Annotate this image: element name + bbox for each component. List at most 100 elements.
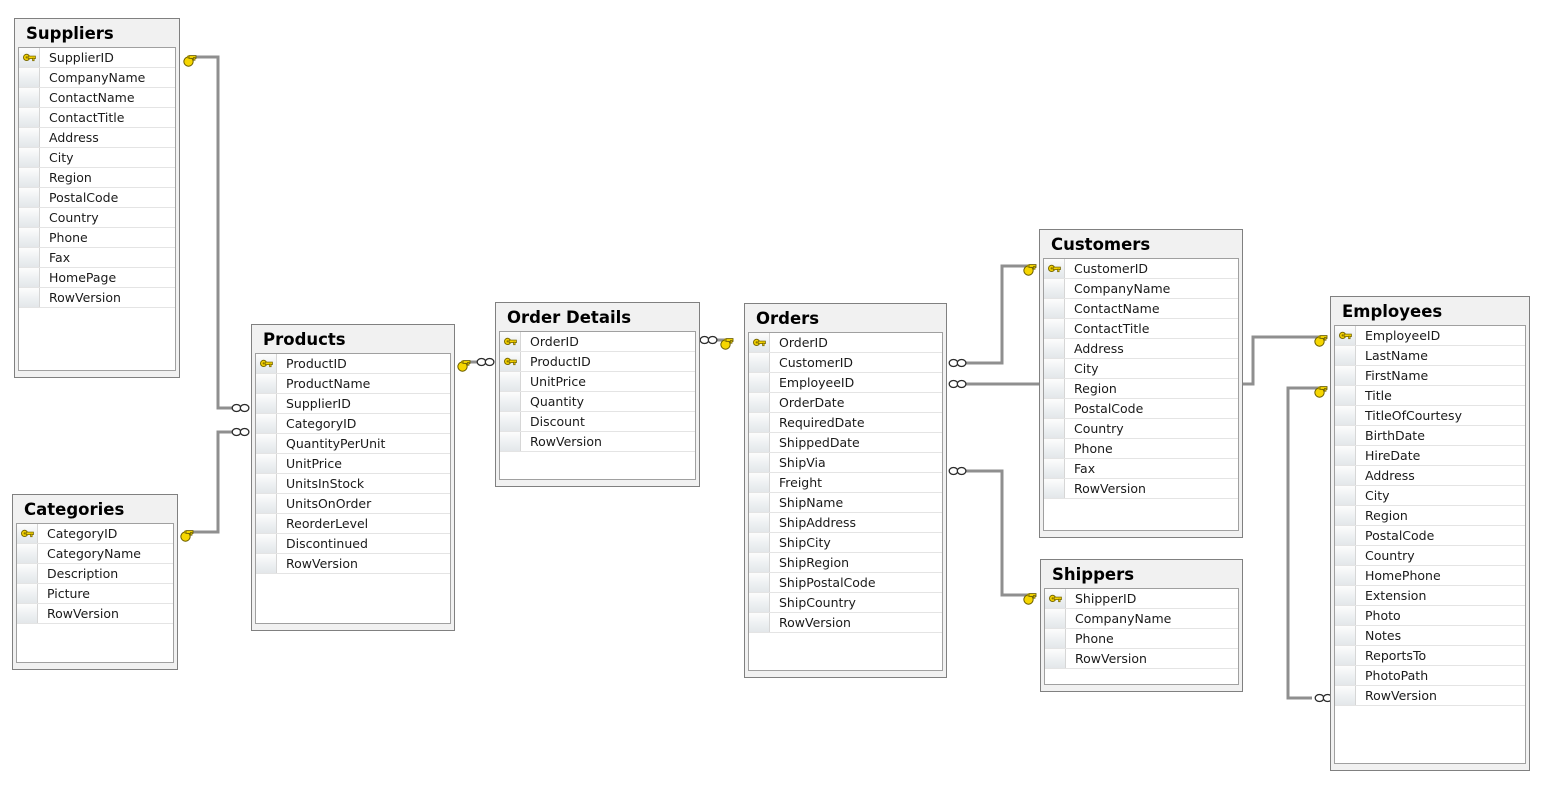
row-selector-cell[interactable]: [749, 393, 770, 412]
column-row[interactable]: RowVersion: [256, 554, 450, 574]
column-row[interactable]: Discontinued: [256, 534, 450, 554]
primary-key-cell[interactable]: [17, 524, 38, 543]
column-row[interactable]: Discount: [500, 412, 695, 432]
column-row[interactable]: Address: [1335, 466, 1525, 486]
row-selector-cell[interactable]: [749, 533, 770, 552]
column-row[interactable]: TitleOfCourtesy: [1335, 406, 1525, 426]
column-row[interactable]: City: [1335, 486, 1525, 506]
row-selector-cell[interactable]: [1335, 346, 1356, 365]
column-row[interactable]: PhotoPath: [1335, 666, 1525, 686]
column-row[interactable]: Quantity: [500, 392, 695, 412]
row-selector-cell[interactable]: [749, 513, 770, 532]
entity-table-suppliers[interactable]: Suppliers SupplierID CompanyName ContactNam…: [14, 18, 180, 378]
column-row[interactable]: ContactTitle: [19, 108, 175, 128]
entity-table-employees[interactable]: Employees EmployeeID LastName FirstName Titl…: [1330, 296, 1530, 771]
row-selector-cell[interactable]: [256, 554, 277, 573]
row-selector-cell[interactable]: [256, 374, 277, 393]
column-row[interactable]: Region: [1335, 506, 1525, 526]
row-selector-cell[interactable]: [1335, 406, 1356, 425]
row-selector-cell[interactable]: [17, 564, 38, 583]
row-selector-cell[interactable]: [256, 394, 277, 413]
row-selector-cell[interactable]: [1335, 626, 1356, 645]
column-row[interactable]: Picture: [17, 584, 173, 604]
column-row[interactable]: PostalCode: [1335, 526, 1525, 546]
row-selector-cell[interactable]: [749, 613, 770, 632]
row-selector-cell[interactable]: [749, 353, 770, 372]
column-row[interactable]: HomePhone: [1335, 566, 1525, 586]
column-row[interactable]: ShipCountry: [749, 593, 942, 613]
row-selector-cell[interactable]: [256, 414, 277, 433]
column-row[interactable]: PostalCode: [19, 188, 175, 208]
column-row[interactable]: RowVersion: [1335, 686, 1525, 706]
row-selector-cell[interactable]: [1335, 666, 1356, 685]
column-row[interactable]: ShipperID: [1045, 589, 1238, 609]
row-selector-cell[interactable]: [1044, 419, 1065, 438]
entity-table-categories[interactable]: Categories CategoryID CategoryName Descript…: [12, 494, 178, 670]
primary-key-cell[interactable]: [256, 354, 277, 373]
row-selector-cell[interactable]: [19, 248, 40, 267]
row-selector-cell[interactable]: [19, 128, 40, 147]
column-row[interactable]: Photo: [1335, 606, 1525, 626]
column-row[interactable]: Region: [19, 168, 175, 188]
column-row[interactable]: ReportsTo: [1335, 646, 1525, 666]
column-row[interactable]: RowVersion: [500, 432, 695, 452]
column-row[interactable]: CategoryID: [17, 524, 173, 544]
row-selector-cell[interactable]: [1044, 379, 1065, 398]
row-selector-cell[interactable]: [19, 188, 40, 207]
column-grid-suppliers[interactable]: SupplierID CompanyName ContactName ContactT…: [18, 47, 176, 371]
row-selector-cell[interactable]: [17, 604, 38, 623]
column-row[interactable]: ReorderLevel: [256, 514, 450, 534]
row-selector-cell[interactable]: [1335, 586, 1356, 605]
row-selector-cell[interactable]: [17, 544, 38, 563]
row-selector-cell[interactable]: [256, 514, 277, 533]
column-row[interactable]: QuantityPerUnit: [256, 434, 450, 454]
column-grid-categories[interactable]: CategoryID CategoryName Description Picture…: [16, 523, 174, 663]
column-row[interactable]: HireDate: [1335, 446, 1525, 466]
row-selector-cell[interactable]: [1335, 446, 1356, 465]
column-row[interactable]: Description: [17, 564, 173, 584]
entity-table-customers[interactable]: Customers CustomerID CompanyName ContactNam…: [1039, 229, 1243, 538]
row-selector-cell[interactable]: [19, 68, 40, 87]
column-row[interactable]: ContactTitle: [1044, 319, 1238, 339]
row-selector-cell[interactable]: [1044, 459, 1065, 478]
column-row[interactable]: UnitsInStock: [256, 474, 450, 494]
row-selector-cell[interactable]: [19, 88, 40, 107]
row-selector-cell[interactable]: [1335, 646, 1356, 665]
row-selector-cell[interactable]: [500, 372, 521, 391]
column-row[interactable]: RowVersion: [1044, 479, 1238, 499]
column-row[interactable]: Phone: [19, 228, 175, 248]
column-row[interactable]: City: [1044, 359, 1238, 379]
row-selector-cell[interactable]: [19, 268, 40, 287]
column-row[interactable]: CompanyName: [19, 68, 175, 88]
column-row[interactable]: LastName: [1335, 346, 1525, 366]
row-selector-cell[interactable]: [256, 494, 277, 513]
row-selector-cell[interactable]: [19, 168, 40, 187]
column-row[interactable]: EmployeeID: [749, 373, 942, 393]
column-row[interactable]: UnitsOnOrder: [256, 494, 450, 514]
row-selector-cell[interactable]: [1335, 526, 1356, 545]
column-row[interactable]: OrderID: [500, 332, 695, 352]
primary-key-cell[interactable]: [1335, 326, 1356, 345]
row-selector-cell[interactable]: [1044, 299, 1065, 318]
column-row[interactable]: FirstName: [1335, 366, 1525, 386]
column-grid-order-details[interactable]: OrderID ProductID UnitPrice Quantity Discoun…: [499, 331, 696, 480]
column-grid-shippers[interactable]: ShipperID CompanyName Phone RowVersion: [1044, 588, 1239, 685]
column-row[interactable]: SupplierID: [256, 394, 450, 414]
column-row[interactable]: SupplierID: [19, 48, 175, 68]
row-selector-cell[interactable]: [1044, 479, 1065, 498]
primary-key-cell[interactable]: [19, 48, 40, 67]
row-selector-cell[interactable]: [1045, 649, 1066, 668]
row-selector-cell[interactable]: [500, 432, 521, 451]
row-selector-cell[interactable]: [19, 288, 40, 307]
row-selector-cell[interactable]: [749, 493, 770, 512]
column-row[interactable]: ProductID: [500, 352, 695, 372]
column-row[interactable]: Country: [1044, 419, 1238, 439]
row-selector-cell[interactable]: [749, 453, 770, 472]
row-selector-cell[interactable]: [256, 474, 277, 493]
row-selector-cell[interactable]: [1335, 426, 1356, 445]
row-selector-cell[interactable]: [1335, 686, 1356, 705]
column-row[interactable]: ProductID: [256, 354, 450, 374]
row-selector-cell[interactable]: [256, 434, 277, 453]
row-selector-cell[interactable]: [1335, 546, 1356, 565]
row-selector-cell[interactable]: [1335, 466, 1356, 485]
